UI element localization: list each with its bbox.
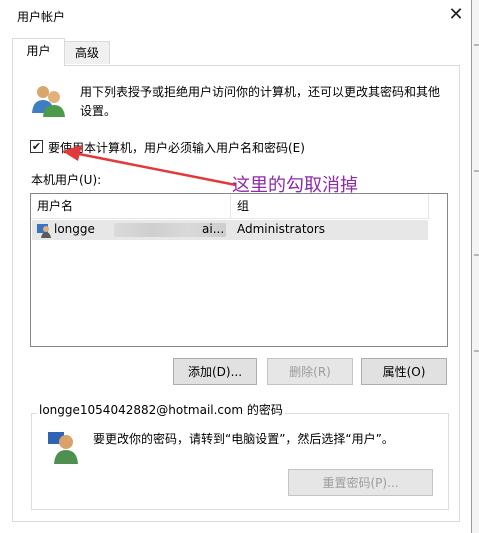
check-icon: ✔ bbox=[31, 140, 42, 153]
user-group: Administrators bbox=[237, 222, 326, 236]
password-change-text: 要更改你的密码，请转到“电脑设置”，然后选择“用户”。 bbox=[93, 432, 394, 446]
background-window-edge bbox=[471, 0, 479, 533]
window-title: 用户帐户 bbox=[17, 10, 66, 24]
users-list[interactable]: 用户名 组 longge ai... Administrators bbox=[30, 193, 448, 347]
require-password-checkbox[interactable]: ✔ bbox=[30, 140, 43, 153]
user-key-icon bbox=[48, 432, 78, 464]
list-header: 用户名 组 bbox=[31, 194, 429, 219]
tab-advanced[interactable]: 高级 bbox=[64, 41, 110, 64]
reset-password-button[interactable]: 重置密码(P)... bbox=[288, 469, 433, 496]
user-name-end: ai... bbox=[202, 222, 225, 236]
user-account-icon bbox=[37, 224, 51, 238]
user-name-start: longge bbox=[54, 222, 95, 236]
column-header-group[interactable]: 组 bbox=[231, 194, 429, 218]
users-list-label: 本机用户(U): bbox=[31, 173, 102, 187]
close-icon: ✕ bbox=[448, 3, 464, 25]
column-header-username[interactable]: 用户名 bbox=[31, 194, 231, 218]
add-user-button[interactable]: 添加(D)... bbox=[173, 358, 257, 385]
description-text: 用下列表授予或拒绝用户访问你的计算机，还可以更改其密码和其他设置。 bbox=[80, 85, 441, 118]
tab-users[interactable]: 用户 bbox=[12, 38, 65, 66]
password-group-legend: longge1054042882@hotmail.com 的密码 bbox=[37, 401, 285, 418]
properties-button[interactable]: 属性(O) bbox=[361, 358, 447, 385]
users-icon bbox=[32, 86, 65, 117]
remove-user-button[interactable]: 删除(R) bbox=[267, 358, 353, 385]
table-row[interactable]: longge ai... Administrators bbox=[32, 220, 428, 240]
close-button[interactable]: ✕ bbox=[444, 2, 468, 26]
